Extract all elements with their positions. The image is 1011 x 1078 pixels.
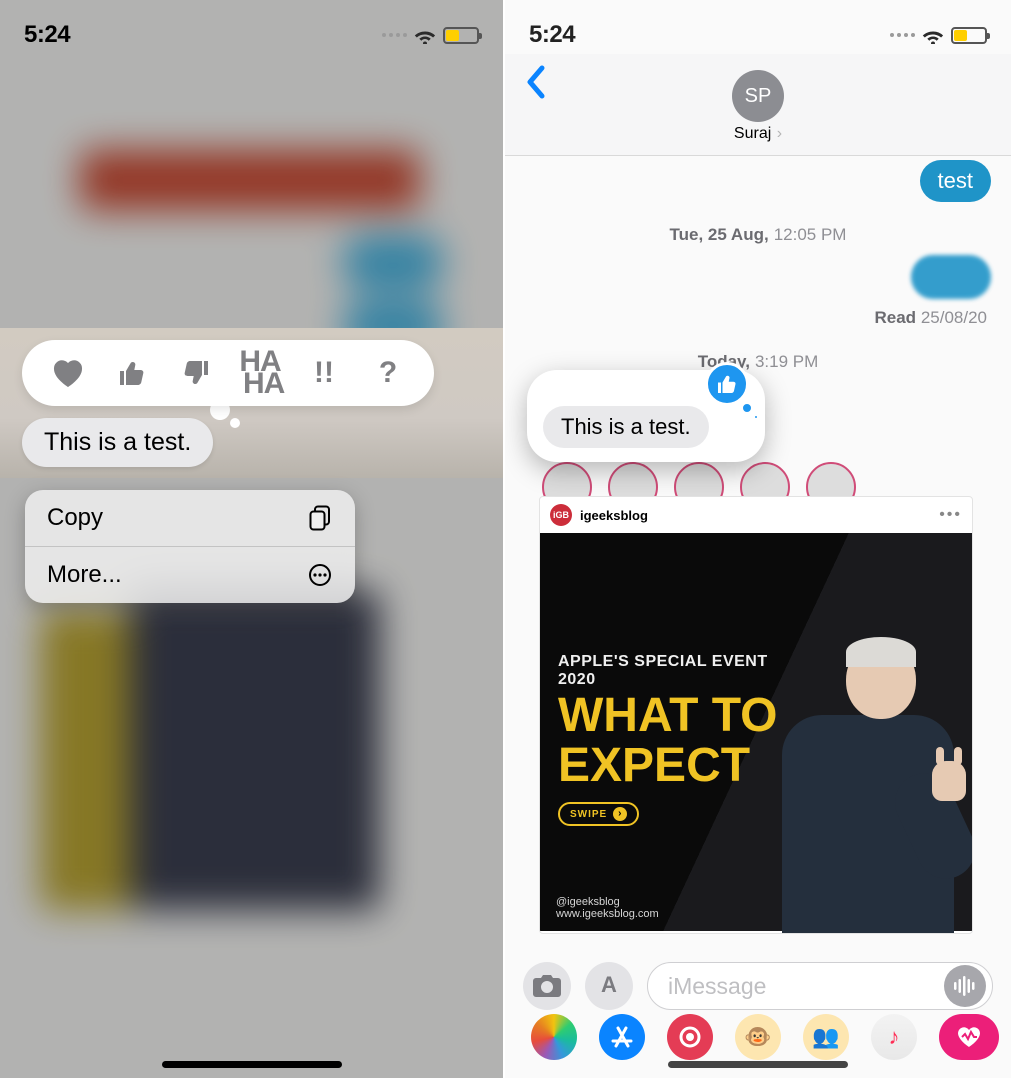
app-digital-touch-icon[interactable] [939,1014,999,1060]
svg-text:A: A [601,973,617,997]
tapback-thumbs-down[interactable] [174,351,218,395]
imessage-app-drawer[interactable]: 🐵 👥 ♪ [505,1010,1011,1064]
timestamp: Tue, 25 Aug, 12:05 PM [505,225,1011,245]
menu-copy-label: Copy [47,504,103,532]
status-time: 5:24 [24,21,70,49]
post-avatar-icon: iGB [550,504,572,526]
post-credit: @igeeksblog www.igeeksblog.com [556,896,659,921]
status-right [382,26,479,44]
post-line1: APPLE'S SPECIAL EVENT 2020 [558,653,788,689]
timestamp-time: 12:05 PM [774,225,847,245]
read-date: 25/08/20 [921,308,987,327]
app-memoji-icon[interactable]: 🐵 [735,1014,781,1060]
voice-record-button[interactable] [944,965,986,1007]
copy-icon [307,505,333,531]
status-bar: 5:24 [505,0,1011,48]
message-bubble[interactable]: This is a test. [543,406,709,448]
status-right [890,26,987,44]
read-label: Read [875,308,917,327]
home-indicator[interactable] [668,1061,848,1068]
sent-bubble-effect[interactable] [911,255,991,299]
tapback-haha[interactable]: HA HA [238,351,282,395]
context-menu: Copy More... [25,490,355,603]
more-icon [307,562,333,588]
chevron-right-icon: › [772,125,782,142]
timestamp-day: Tue, 25 Aug, [670,225,769,245]
app-red-icon[interactable] [667,1014,713,1060]
contact-name[interactable]: Suraj › [734,125,782,143]
appstore-button[interactable]: A [585,962,633,1010]
battery-icon [951,27,987,44]
shared-post[interactable]: iGB igeeksblog ••• APPLE'S SPECIAL EVENT… [539,496,973,934]
post-more-icon[interactable]: ••• [939,506,962,524]
status-bar: 5:24 [0,0,503,48]
menu-more-label: More... [47,561,122,589]
app-music-icon[interactable]: ♪ [871,1014,917,1060]
screen-reaction-applied: 5:24 SP Suraj › test Tue, 25 Aug, 12:05 … [503,0,1011,1078]
post-image: APPLE'S SPECIAL EVENT 2020 WHAT TO EXPEC… [540,533,972,931]
swipe-pill: SWIPE › [558,802,639,826]
contact-name-text: Suraj [734,125,771,142]
tapback-picker: HA HA !! ? [22,340,434,406]
arrow-right-icon: › [613,807,627,821]
reaction-thumbs-up-icon[interactable] [705,362,749,406]
cellular-dots-icon [382,33,407,37]
credit-2: www.igeeksblog.com [556,908,659,921]
post-header: iGB igeeksblog ••• [540,497,972,533]
tapback-thumbs-up[interactable] [110,351,154,395]
compose-row: A iMessage [523,962,993,1010]
app-photos-icon[interactable] [531,1014,577,1060]
menu-more[interactable]: More... [25,546,355,603]
post-big1: WHAT TO [558,693,788,739]
cellular-dots-icon [890,33,915,37]
screen-tapback-picker: 5:24 HA HA !! ? This is a test. Copy [0,0,503,1078]
tapback-heart[interactable] [46,351,90,395]
tapback-emphasize[interactable]: !! [302,351,346,395]
battery-icon [443,27,479,44]
app-store-icon[interactable] [599,1014,645,1060]
timestamp: Today, 3:19 PM [505,352,1011,372]
message-bubble[interactable]: This is a test. [22,418,213,467]
post-author: igeeksblog [580,508,939,523]
credit-1: @igeeksblog [556,896,659,909]
timestamp-time: 3:19 PM [755,352,818,372]
status-time: 5:24 [529,21,575,49]
read-receipt: Read 25/08/20 [875,308,988,328]
reacted-message-popover: This is a test. [527,370,765,462]
placeholder-text: iMessage [668,973,766,1000]
message-input[interactable]: iMessage [647,962,993,1010]
post-big2: EXPECT [558,743,788,789]
swipe-label: SWIPE [570,809,607,820]
person-illustration [770,611,960,931]
post-overlay-text: APPLE'S SPECIAL EVENT 2020 WHAT TO EXPEC… [558,653,788,826]
home-indicator[interactable] [162,1061,342,1068]
back-button[interactable] [515,62,555,110]
wifi-icon [921,26,945,44]
wifi-icon [413,26,437,44]
tapback-question[interactable]: ? [366,351,410,395]
camera-button[interactable] [523,962,571,1010]
sent-bubble[interactable]: test [920,160,991,202]
app-memoji-duo-icon[interactable]: 👥 [803,1014,849,1060]
menu-copy[interactable]: Copy [25,490,355,546]
contact-avatar[interactable]: SP [732,70,784,122]
